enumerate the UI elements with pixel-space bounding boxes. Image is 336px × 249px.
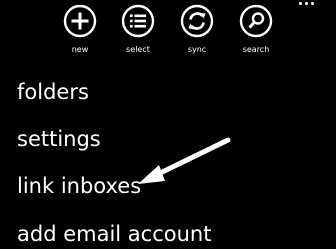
ellipsis-dot (311, 2, 314, 5)
new-button[interactable]: new (55, 4, 105, 64)
ellipsis-icon[interactable] (299, 2, 327, 14)
menu-item-settings[interactable]: settings (17, 126, 101, 152)
menu-item-add-email-account[interactable]: add email account (17, 221, 211, 247)
select-button[interactable]: select (113, 4, 163, 64)
search-button[interactable]: search (231, 4, 281, 64)
menu-item-link-inboxes[interactable]: link inboxes (17, 173, 141, 199)
plus-icon (63, 4, 97, 38)
new-button-label: new (71, 45, 89, 54)
ellipsis-dot (299, 2, 302, 5)
sync-button[interactable]: sync (172, 4, 222, 64)
search-button-label: search (242, 45, 270, 54)
search-icon (239, 4, 273, 38)
list-icon (121, 4, 155, 38)
sync-button-label: sync (187, 45, 207, 54)
app-bar: new select sync search (0, 0, 336, 66)
select-button-label: select (126, 45, 150, 54)
ellipsis-dot (305, 2, 308, 5)
sync-icon (180, 4, 214, 38)
menu-item-folders[interactable]: folders (17, 79, 89, 105)
arrow-icon (138, 137, 231, 184)
